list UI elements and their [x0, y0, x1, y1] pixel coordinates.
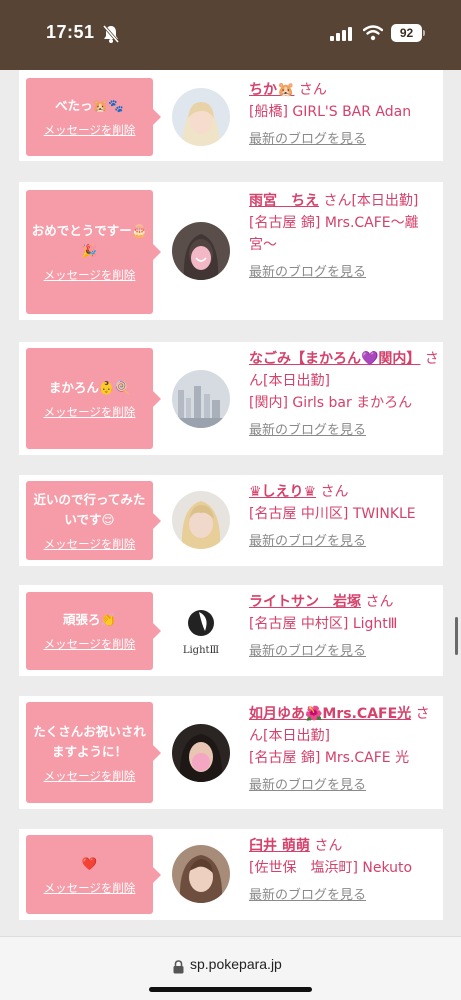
message-card: べたっ🐹🐾 メッセージを削除 ちか🐹 さん [船橋] GIRL'S BAR Ad…	[19, 70, 443, 161]
latest-blog-link[interactable]: 最新のブログを見る	[249, 531, 439, 553]
home-indicator[interactable]	[149, 987, 312, 992]
message-text: たくさんお祝いされますように！	[33, 723, 146, 759]
message-card: 近いので行ってみたいです😌 メッセージを削除 ♛しえり♛ さん [名古屋 中川区…	[19, 475, 443, 566]
delete-message-link[interactable]: メッセージを削除	[44, 636, 136, 652]
bubble-arrow	[153, 512, 161, 529]
message-text: まかろん👶🍭	[48, 379, 131, 395]
shop-name: [名古屋 中村区] LightⅢ	[249, 616, 398, 632]
shop-name: [名古屋 錦] Mrs.CAFE〜離宮〜	[249, 215, 419, 253]
shop-name: [船橋] GIRL'S BAR Adan	[249, 104, 412, 120]
cellular-signal-icon	[330, 27, 352, 41]
cast-name-link[interactable]: ちか🐹	[249, 82, 294, 98]
message-text: ❤️	[81, 855, 98, 871]
avatar[interactable]	[172, 491, 230, 549]
cast-name-link[interactable]: ♛しえり♛	[249, 484, 316, 500]
message-bubble: おめでとうですー🎂🎉 メッセージを削除	[26, 190, 161, 314]
latest-blog-link[interactable]: 最新のブログを見る	[249, 262, 439, 284]
message-bubble: 近いので行ってみたいです😌 メッセージを削除	[26, 481, 161, 560]
status-bar: 17:51 92	[0, 0, 461, 70]
message-text: 頑張ろ👏	[62, 612, 117, 627]
bubble-arrow	[153, 744, 161, 761]
delete-message-link[interactable]: メッセージを削除	[44, 122, 136, 138]
honorific: さん	[323, 193, 352, 209]
honorific: さん	[320, 484, 349, 500]
cast-name-link[interactable]: ライトサン 岩塚	[249, 594, 361, 610]
cast-info: なごみ【まかろん💜関内】 さん[本日出勤] [関内] Girls bar まかろ…	[249, 348, 439, 442]
browser-url-bar[interactable]: sp.pokepara.jp	[0, 936, 461, 1000]
delete-message-link[interactable]: メッセージを削除	[44, 880, 136, 896]
message-bubble: 頑張ろ👏 メッセージを削除	[26, 592, 161, 670]
bubble-arrow	[153, 109, 161, 125]
cast-name-link[interactable]: 如月ゆあ🌺Mrs.CAFE光	[249, 706, 411, 722]
message-card: ❤️ メッセージを削除 臼井 萌萌 さん [佐世保 塩浜町] Nekuto 最新…	[19, 829, 443, 920]
bell-muted-icon	[102, 25, 120, 43]
cast-name-link[interactable]: 臼井 萌萌	[249, 838, 310, 854]
avatar[interactable]	[172, 88, 230, 146]
bubble-arrow	[153, 244, 161, 260]
cast-info: 如月ゆあ🌺Mrs.CAFE光 さん[本日出勤] [名古屋 錦] Mrs.CAFE…	[249, 703, 439, 797]
delete-message-link[interactable]: メッセージを削除	[44, 536, 136, 552]
cast-info: 雨宮 ちえ さん[本日出勤] [名古屋 錦] Mrs.CAFE〜離宮〜 最新のブ…	[249, 190, 439, 284]
latest-blog-link[interactable]: 最新のブログを見る	[249, 885, 439, 907]
delete-message-link[interactable]: メッセージを削除	[44, 768, 136, 784]
lock-icon	[173, 960, 184, 974]
wifi-icon	[363, 25, 383, 41]
shop-name: [佐世保 塩浜町] Nekuto	[249, 860, 413, 876]
attendance-status: [本日出勤]	[351, 193, 419, 209]
attendance-status: [本日出勤]	[263, 373, 330, 389]
message-text: べたっ🐹🐾	[55, 98, 124, 113]
honorific: さん	[314, 838, 343, 854]
message-text: おめでとうですー🎂🎉	[31, 223, 148, 258]
shop-name: [関内] Girls bar まかろん	[249, 395, 413, 411]
shop-name: [名古屋 錦] Mrs.CAFE 光	[249, 750, 410, 766]
delete-message-link[interactable]: メッセージを削除	[44, 267, 136, 283]
status-time: 17:51	[46, 22, 95, 42]
cast-info: ライトサン 岩塚 さん [名古屋 中村区] LightⅢ 最新のブログを見る	[249, 591, 439, 663]
message-bubble: たくさんお祝いされますように！ メッセージを削除	[26, 702, 161, 803]
latest-blog-link[interactable]: 最新のブログを見る	[249, 775, 439, 797]
cast-name-link[interactable]: なごみ【まかろん💜関内】	[249, 351, 420, 367]
latest-blog-link[interactable]: 最新のブログを見る	[249, 129, 439, 151]
cast-info: ちか🐹 さん [船橋] GIRL'S BAR Adan 最新のブログを見る	[249, 79, 439, 151]
honorific: さん	[365, 594, 394, 610]
battery-tip	[423, 30, 425, 36]
latest-blog-link[interactable]: 最新のブログを見る	[249, 420, 439, 442]
cast-info: ♛しえり♛ さん [名古屋 中川区] TWINKLE 最新のブログを見る	[249, 481, 439, 553]
avatar[interactable]	[172, 370, 230, 428]
cast-info: 臼井 萌萌 さん [佐世保 塩浜町] Nekuto 最新のブログを見る	[249, 835, 439, 907]
message-bubble: ❤️ メッセージを削除	[26, 835, 161, 914]
shop-logo[interactable]: LightⅢ	[172, 601, 230, 659]
shop-logo-text: LightⅢ	[183, 645, 220, 656]
avatar[interactable]	[172, 845, 230, 903]
message-card: 頑張ろ👏 メッセージを削除 LightⅢ ライトサン 岩塚 さん [名古屋 中村…	[19, 585, 443, 676]
message-bubble: べたっ🐹🐾 メッセージを削除	[26, 78, 161, 156]
message-card: まかろん👶🍭 メッセージを削除 なごみ【まかろん💜関内】 さん[本日出勤] [関…	[19, 342, 443, 455]
bubble-arrow	[153, 623, 161, 639]
shop-name: [名古屋 中川区] TWINKLE	[249, 506, 416, 522]
bubble-arrow	[153, 390, 161, 407]
url-text[interactable]: sp.pokepara.jp	[190, 956, 282, 972]
attendance-status: [本日出勤]	[263, 728, 330, 744]
honorific: さん	[298, 82, 327, 98]
avatar[interactable]	[172, 724, 230, 782]
message-text: 近いので行ってみたいです😌	[33, 491, 146, 527]
latest-blog-link[interactable]: 最新のブログを見る	[249, 641, 439, 663]
bubble-arrow	[153, 866, 161, 883]
battery-indicator: 92	[391, 24, 422, 42]
scrollbar-thumb[interactable]	[455, 617, 458, 655]
avatar[interactable]	[172, 222, 230, 280]
message-bubble: まかろん👶🍭 メッセージを削除	[26, 348, 161, 449]
message-card: おめでとうですー🎂🎉 メッセージを削除 雨宮 ちえ さん[本日出勤] [名古屋 …	[19, 182, 443, 320]
message-card: たくさんお祝いされますように！ メッセージを削除 如月ゆあ🌺Mrs.CAFE光 …	[19, 696, 443, 809]
cast-name-link[interactable]: 雨宮 ちえ	[249, 193, 319, 209]
delete-message-link[interactable]: メッセージを削除	[44, 404, 136, 420]
